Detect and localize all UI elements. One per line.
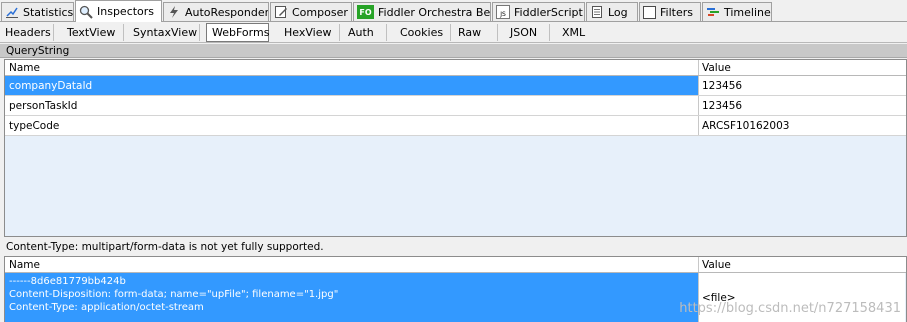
tab-composer[interactable]: Composer bbox=[270, 2, 352, 21]
subtab-raw[interactable]: Raw bbox=[453, 24, 498, 41]
timeline-icon bbox=[706, 5, 720, 19]
grid-empty-area bbox=[5, 136, 906, 236]
table-row[interactable]: companyDataId 123456 bbox=[5, 76, 906, 96]
subtab-auth[interactable]: Auth bbox=[343, 24, 387, 41]
fo-icon: FO bbox=[357, 5, 374, 19]
tab-autoresponder[interactable]: AutoResponder bbox=[163, 2, 269, 21]
tab-statistics[interactable]: Statistics bbox=[1, 2, 74, 21]
filters-icon bbox=[643, 5, 656, 19]
tab-filters[interactable]: Filters bbox=[639, 2, 701, 21]
inspectors-icon bbox=[79, 5, 93, 19]
column-header-name[interactable]: Name bbox=[5, 60, 699, 75]
tab-composer-label: Composer bbox=[292, 5, 348, 19]
tab-log[interactable]: Log bbox=[586, 2, 638, 21]
subtab-webforms[interactable]: WebForms bbox=[206, 23, 269, 42]
row-name-cell[interactable]: typeCode bbox=[5, 116, 699, 135]
column-header-value[interactable]: Value bbox=[699, 60, 905, 75]
subtab-headers[interactable]: Headers bbox=[0, 24, 54, 41]
fiddlerscript-icon: JS bbox=[496, 5, 510, 19]
table-row[interactable]: personTaskId 123456 bbox=[5, 96, 906, 116]
row-value-cell[interactable]: 123456 bbox=[699, 76, 905, 95]
subtab-cookies[interactable]: Cookies bbox=[395, 24, 451, 41]
tab-autoresponder-label: AutoResponder bbox=[185, 5, 269, 19]
table-row[interactable]: typeCode ARCSF10162003 bbox=[5, 116, 906, 136]
tab-fiddlerscript-label: FiddlerScript bbox=[514, 5, 583, 19]
tab-filters-label: Filters bbox=[660, 5, 693, 19]
row-value-cell[interactable]: 123456 bbox=[699, 96, 905, 115]
tab-fiddlerscript[interactable]: JS FiddlerScript bbox=[492, 2, 585, 21]
part-boundary: ------8d6e81779bb424b bbox=[9, 276, 126, 287]
row-name-cell[interactable]: personTaskId bbox=[5, 96, 699, 115]
multipart-part-name[interactable]: ------8d6e81779bb424b Content-Disposition… bbox=[5, 273, 699, 322]
inspector-subtab-strip: Headers TextView SyntaxView WebForms Hex… bbox=[0, 22, 907, 43]
part-content-disposition: Content-Disposition: form-data; name="up… bbox=[9, 289, 339, 300]
autoresponder-icon bbox=[167, 5, 181, 19]
querystring-grid[interactable]: Name Value companyDataId 123456 personTa… bbox=[4, 59, 907, 237]
log-icon bbox=[590, 5, 604, 19]
part-content-type: Content-Type: application/octet-stream bbox=[9, 302, 204, 313]
tab-log-label: Log bbox=[608, 5, 628, 19]
composer-icon bbox=[274, 5, 288, 19]
subtab-syntaxview[interactable]: SyntaxView bbox=[128, 24, 200, 41]
tab-fiddler-orchestra-label: Fiddler Orchestra Beta bbox=[378, 5, 491, 19]
body-column-headers: Name Value bbox=[5, 257, 906, 273]
subtab-xml[interactable]: XML bbox=[557, 24, 597, 41]
column-header-name[interactable]: Name bbox=[5, 257, 699, 272]
statistics-icon bbox=[5, 5, 19, 19]
tab-timeline-label: Timeline bbox=[724, 5, 771, 19]
tab-statistics-label: Statistics bbox=[23, 5, 74, 19]
tab-inspectors[interactable]: Inspectors bbox=[75, 0, 162, 22]
querystring-header: QueryString bbox=[0, 44, 907, 58]
column-header-value[interactable]: Value bbox=[699, 257, 905, 272]
watermark: https://blog.csdn.net/n727158431 bbox=[679, 301, 901, 316]
tab-fiddler-orchestra[interactable]: FO Fiddler Orchestra Beta bbox=[353, 2, 491, 21]
subtab-textview[interactable]: TextView bbox=[62, 24, 124, 41]
row-name-cell[interactable]: companyDataId bbox=[5, 76, 699, 95]
querystring-column-headers: Name Value bbox=[5, 60, 906, 76]
row-value-cell[interactable]: ARCSF10162003 bbox=[699, 116, 905, 135]
subtab-hexview[interactable]: HexView bbox=[279, 24, 340, 41]
content-type-notice: Content-Type: multipart/form-data is not… bbox=[6, 241, 324, 253]
tab-inspectors-label: Inspectors bbox=[97, 5, 155, 18]
inspector-tab-strip: Statistics Inspectors AutoResponder Comp… bbox=[0, 0, 907, 22]
tab-timeline[interactable]: Timeline bbox=[702, 2, 772, 21]
subtab-json[interactable]: JSON bbox=[505, 24, 550, 41]
